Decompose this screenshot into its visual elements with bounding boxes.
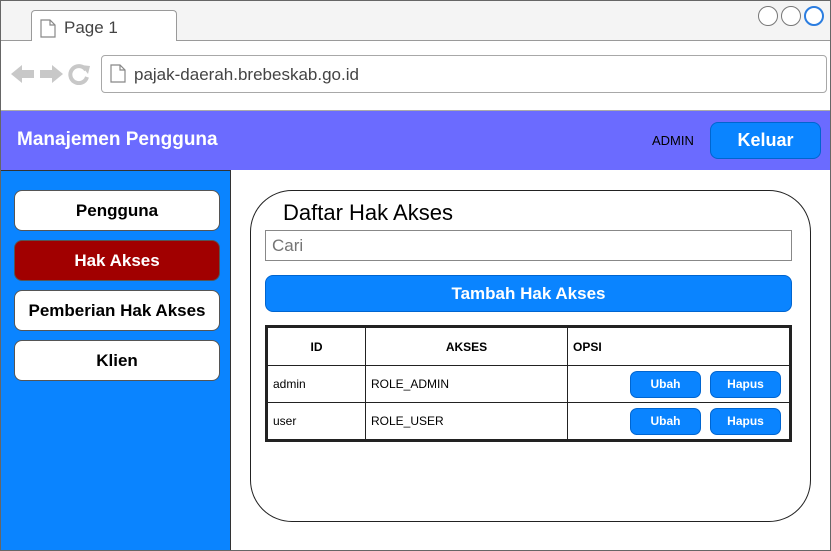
delete-button[interactable]: Hapus	[710, 370, 781, 398]
access-list-panel: Daftar Hak Akses Tambah Hak Akses ID AKS…	[250, 190, 811, 522]
minimize-button[interactable]	[758, 6, 778, 26]
add-access-button[interactable]: Tambah Hak Akses	[265, 275, 792, 312]
edit-button[interactable]: Ubah	[630, 370, 701, 398]
cell-akses: ROLE_USER	[365, 402, 568, 440]
sidebar: Pengguna Hak Akses Pemberian Hak Akses K…	[1, 170, 231, 550]
table-row: user ROLE_USER Ubah Hapus	[267, 402, 790, 440]
cell-id: user	[267, 402, 366, 440]
search-input[interactable]	[265, 230, 792, 261]
browser-tab[interactable]: Page 1	[31, 10, 177, 42]
cell-opsi: Ubah Hapus	[567, 365, 790, 403]
table-header-row: ID AKSES OPSI	[267, 327, 790, 366]
cell-akses: ROLE_ADMIN	[365, 365, 568, 403]
page-title: Manajemen Pengguna	[17, 129, 218, 150]
page-icon	[40, 19, 56, 43]
delete-button[interactable]: Hapus	[710, 407, 781, 435]
sidebar-item-hak-akses[interactable]: Hak Akses	[14, 240, 220, 281]
panel-title: Daftar Hak Akses	[283, 200, 453, 225]
back-arrow-icon[interactable]	[11, 64, 35, 84]
edit-button[interactable]: Ubah	[630, 407, 701, 435]
cell-id: admin	[267, 365, 366, 403]
sidebar-item-pengguna[interactable]: Pengguna	[14, 190, 220, 231]
cell-opsi: Ubah Hapus	[567, 402, 790, 440]
tab-label: Page 1	[64, 18, 118, 37]
column-header-opsi: OPSI	[567, 327, 790, 366]
tab-bar: Page 1	[1, 1, 830, 42]
address-bar[interactable]: pajak-daerah.brebeskab.go.id	[101, 55, 827, 93]
sidebar-item-klien[interactable]: Klien	[14, 340, 220, 381]
maximize-button[interactable]	[781, 6, 801, 26]
logout-button[interactable]: Keluar	[710, 122, 821, 159]
app-header: Manajemen Pengguna ADMIN Keluar	[1, 111, 830, 170]
window-controls	[758, 6, 824, 26]
access-table: ID AKSES OPSI admin ROLE_ADMIN Ubah Hapu…	[265, 325, 792, 442]
close-button[interactable]	[804, 6, 824, 26]
table-row: admin ROLE_ADMIN Ubah Hapus	[267, 365, 790, 403]
url-text: pajak-daerah.brebeskab.go.id	[134, 65, 359, 84]
page-icon	[110, 64, 126, 88]
sidebar-item-pemberian-hak-akses[interactable]: Pemberian Hak Akses	[14, 290, 220, 331]
navigation-bar: pajak-daerah.brebeskab.go.id	[1, 41, 830, 111]
user-label: ADMIN	[652, 133, 694, 148]
column-header-akses: AKSES	[365, 327, 568, 366]
reload-icon[interactable]	[67, 63, 91, 85]
column-header-id: ID	[267, 327, 366, 366]
forward-arrow-icon[interactable]	[39, 64, 63, 84]
